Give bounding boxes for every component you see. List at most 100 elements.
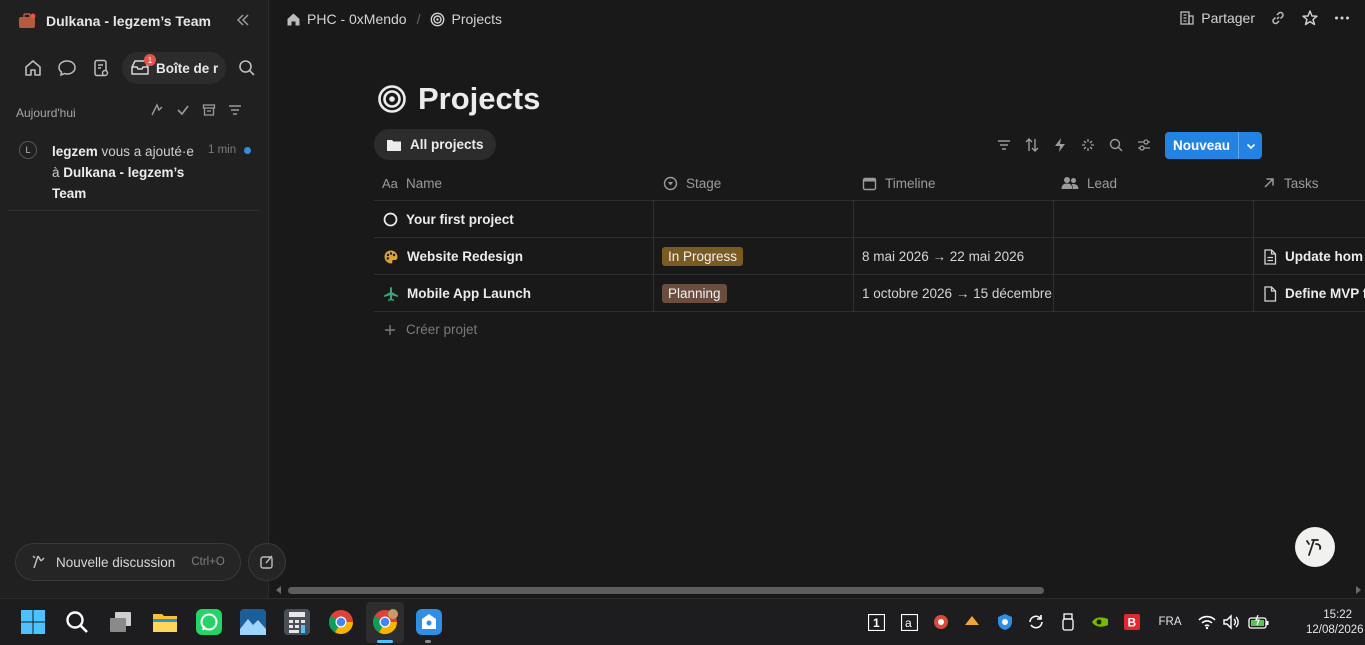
volume-icon[interactable]	[1221, 612, 1241, 632]
table-row[interactable]: Website Redesign In Progress 8 mai 2026 …	[374, 238, 1365, 275]
taskbar: 1 a B FRA 15:22 12/08/2026	[0, 598, 1365, 645]
timeline-cell[interactable]: 1 octobre 2026 → 15 décembre	[862, 275, 1054, 312]
briefcase-icon	[18, 13, 36, 29]
settings-sliders-icon[interactable]	[1136, 137, 1152, 153]
ai-assistant-button[interactable]	[1295, 527, 1335, 567]
search-icon[interactable]	[1108, 137, 1124, 153]
inbox-button[interactable]: 1 Boîte de r	[122, 52, 226, 84]
table-row[interactable]: Your first project	[374, 201, 1365, 238]
whatsapp-icon[interactable]	[196, 609, 222, 635]
name-cell[interactable]: Website Redesign	[383, 238, 523, 275]
windows-start-icon[interactable]	[20, 609, 46, 635]
tray-app-icon[interactable]: a	[899, 612, 919, 632]
filter-icon[interactable]	[996, 137, 1012, 153]
column-divider	[853, 201, 854, 312]
tasks-cell[interactable]: Define MVP f	[1263, 275, 1365, 312]
new-button-label[interactable]: Nouveau	[1165, 132, 1239, 159]
new-chat-label: Nouvelle discussion	[56, 554, 176, 570]
column-divider	[653, 201, 654, 312]
link-icon[interactable]	[1269, 9, 1287, 27]
language-indicator[interactable]: FRA	[1157, 612, 1183, 632]
ai-face-icon	[30, 553, 48, 571]
filter-icon[interactable]	[228, 103, 242, 117]
column-divider	[1253, 201, 1254, 312]
compose-button[interactable]	[248, 543, 286, 581]
calculator-icon[interactable]	[284, 609, 310, 635]
column-tasks[interactable]: Tasks	[1262, 165, 1319, 201]
table-header: Aa Name Stage Timeline Lead Tasks	[374, 165, 1365, 201]
search-icon[interactable]	[230, 52, 264, 84]
sparkle-icon[interactable]	[1080, 137, 1096, 153]
collapse-sidebar-icon[interactable]	[235, 12, 251, 28]
table-row[interactable]: Mobile App Launch Planning 1 octobre 202…	[374, 275, 1365, 312]
column-stage[interactable]: Stage	[663, 165, 721, 201]
nvidia-icon[interactable]	[1090, 612, 1110, 632]
circle-icon	[383, 212, 398, 227]
scrollbar-thumb[interactable]	[288, 587, 1044, 594]
breadcrumb-page[interactable]: Projects	[451, 11, 502, 27]
project-name: Website Redesign	[407, 249, 524, 264]
tray-app-icon[interactable]	[962, 612, 982, 632]
column-timeline[interactable]: Timeline	[862, 165, 936, 201]
column-lead[interactable]: Lead	[1061, 165, 1117, 201]
shield-icon[interactable]	[995, 612, 1015, 632]
search-icon[interactable]	[64, 609, 90, 635]
clock-time: 15:22	[1323, 609, 1352, 621]
task-view-icon[interactable]	[108, 609, 134, 635]
battery-icon[interactable]	[1247, 612, 1271, 632]
svg-text:1: 1	[873, 616, 880, 630]
chrome-profile-icon[interactable]	[372, 609, 398, 635]
lightning-icon[interactable]	[1052, 137, 1068, 153]
view-tab-all-projects[interactable]: All projects	[374, 129, 496, 160]
inbox-badge: 1	[144, 54, 156, 66]
store-icon[interactable]	[416, 609, 442, 635]
people-icon	[1061, 176, 1079, 190]
breadcrumb-workspace[interactable]: PHC - 0xMendo	[307, 11, 407, 27]
meeting-notes-icon[interactable]	[84, 52, 118, 84]
svg-text:Aa: Aa	[382, 176, 398, 190]
tasks-cell[interactable]: Update hom	[1263, 238, 1363, 275]
sidebar: Dulkana - legzem’s Team 1 Boîte de r Auj…	[0, 0, 269, 598]
new-button[interactable]: Nouveau	[1165, 132, 1262, 159]
sort-icon[interactable]	[1024, 137, 1040, 153]
plus-icon	[384, 324, 396, 336]
wifi-icon[interactable]	[1197, 612, 1217, 632]
tray-app-icon[interactable]	[931, 612, 951, 632]
tray-app-icon[interactable]: 1	[866, 612, 886, 632]
file-explorer-icon[interactable]	[152, 609, 178, 635]
chevron-down-icon[interactable]	[1239, 132, 1262, 159]
share-button[interactable]: Partager	[1179, 10, 1255, 26]
unread-dot	[244, 147, 251, 154]
notification-item[interactable]: L legzem vous a ajouté·e à Dulkana - leg…	[8, 132, 260, 211]
new-chat-button[interactable]: Nouvelle discussion Ctrl+O	[15, 543, 241, 581]
photos-icon[interactable]	[240, 609, 266, 635]
chrome-icon[interactable]	[328, 609, 354, 635]
name-cell[interactable]: Mobile App Launch	[383, 275, 531, 312]
usb-icon[interactable]	[1058, 612, 1078, 632]
svg-text:B: B	[1128, 616, 1137, 630]
more-icon[interactable]	[1333, 9, 1351, 27]
notification-actor: legzem	[52, 144, 98, 159]
column-name[interactable]: Aa Name	[382, 165, 442, 201]
workspace-switcher[interactable]: Dulkana - legzem’s Team	[18, 10, 211, 32]
create-project-button[interactable]: Créer projet	[384, 322, 477, 337]
stage-cell[interactable]: Planning	[662, 275, 727, 312]
chat-icon[interactable]	[50, 52, 84, 84]
stage-cell[interactable]: In Progress	[662, 238, 744, 275]
sync-icon[interactable]	[1026, 612, 1046, 632]
name-cell[interactable]: Your first project	[383, 201, 514, 238]
svg-text:a: a	[905, 616, 912, 630]
task-link: Define MVP f	[1285, 286, 1365, 301]
project-name: Your first project	[406, 212, 514, 227]
system-clock[interactable]: 15:22 12/08/2026	[1306, 608, 1364, 638]
star-icon[interactable]	[1301, 9, 1319, 27]
new-chat-shortcut: Ctrl+O	[191, 556, 225, 568]
tray-app-icon[interactable]: B	[1122, 612, 1142, 632]
ai-icon[interactable]	[150, 103, 164, 117]
home-icon[interactable]	[16, 52, 50, 84]
airplane-icon	[383, 286, 399, 302]
archive-icon[interactable]	[202, 103, 216, 117]
timeline-cell[interactable]: 8 mai 2026 → 22 mai 2026	[862, 238, 1024, 275]
document-icon	[1263, 285, 1277, 302]
check-icon[interactable]	[176, 103, 190, 117]
